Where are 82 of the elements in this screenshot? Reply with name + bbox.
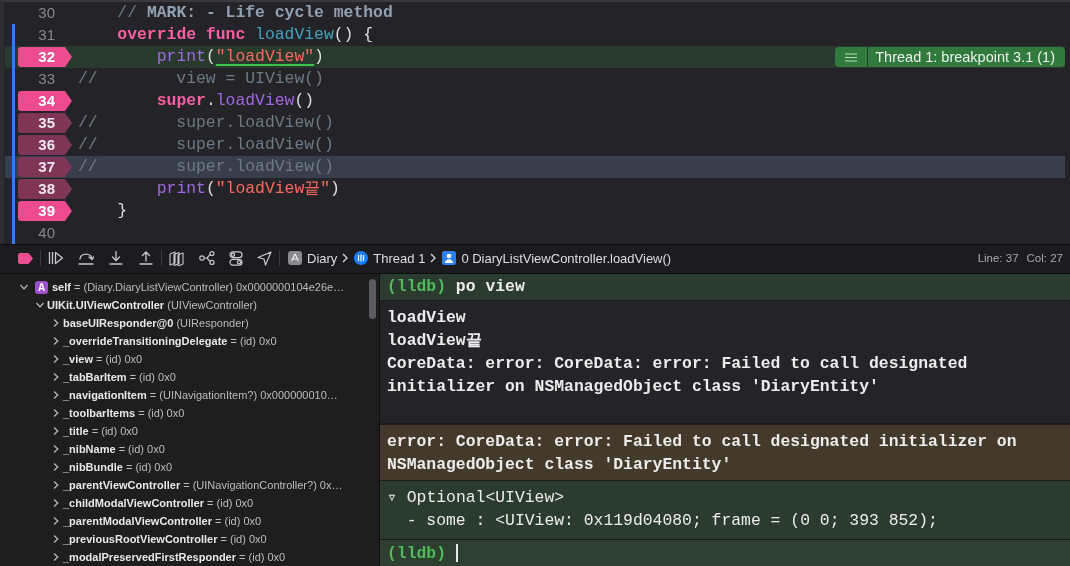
variable-entry[interactable]: _view = (id) 0x0 [63,353,143,365]
variable-entry[interactable]: UIKit.UIViewController (UIViewController) [47,299,257,311]
code-line: } [117,201,128,220]
code-line: // view = UIView() [78,69,324,88]
code-line: // MARK: - Life cycle method [117,3,393,22]
variable-entry[interactable]: _overrideTransitioningDelegate = (id) 0x0 [63,335,277,347]
line-number: 33 [38,70,55,87]
variable-entry[interactable]: _parentModalViewController = (id) 0x0 [63,515,262,527]
thread-icon [354,251,369,265]
breadcrumb-item[interactable]: Diary [307,250,338,266]
menu-icon [845,52,858,62]
code-line: // super.loadView() [78,157,334,176]
chevron-right-icon[interactable] [52,463,60,471]
column-position: Col: 27 [1026,252,1063,264]
variable-entry[interactable]: _childModalViewController = (id) 0x0 [63,497,254,509]
chevron-right-icon[interactable] [52,481,60,489]
console-command: (lldb) po view [387,277,525,296]
chevron-down-icon[interactable] [20,283,28,291]
variable-entry[interactable]: _modalPreservedFirstResponder = (id) 0x0 [63,551,286,563]
tag-icon[interactable] [18,252,33,264]
console-input[interactable]: (lldb) [380,540,1070,566]
code-line: print("loadView") [156,47,324,66]
variable-entry[interactable]: baseUIResponder@0 (UIResponder) [63,317,249,329]
play-pause-icon[interactable] [48,251,64,265]
chevron-right-icon [342,253,349,263]
location-arrow-icon[interactable] [257,250,272,266]
line-number: 31 [38,26,55,43]
chevron-right-icon[interactable] [52,409,60,417]
result-line: - some : <UIView: 0x119d04080; frame = (0 0; 393 852); [406,511,938,530]
variable-entry[interactable]: _navigationItem = (UINavigationItem?) 0x000000010… [63,389,338,401]
toggle-switches-icon[interactable] [229,250,243,266]
variable-entry[interactable]: _nibName = (id) 0x0 [63,443,165,455]
output-line: loadView끝 [387,331,482,350]
variable-entry[interactable]: _nibBundle = (id) 0x0 [63,461,173,473]
variable-entry[interactable]: _parentViewController = (UINavigationController?) 0x… [63,479,343,491]
chevron-right-icon[interactable] [52,319,60,327]
text-cursor-icon [456,544,459,562]
code-line: print("loadView끝") [156,179,340,198]
error-message: error: CoreData: error: Failed to call designated initializer on NSManagedObject class 'DiaryEntity' [387,432,1018,474]
person-icon [442,251,457,265]
arc-arrow-icon[interactable] [78,251,94,265]
code-line: override func loadView() { [117,25,374,44]
chevron-right-icon[interactable] [52,373,60,381]
chevron-right-icon[interactable] [52,391,60,399]
chevron-right-icon[interactable] [52,535,60,543]
chevron-right-icon [430,253,437,263]
variable-entry[interactable]: _title = (id) 0x0 [63,425,138,437]
variable-entry[interactable]: _tabBarItem = (id) 0x0 [63,371,176,383]
variable-entry[interactable]: _previousRootViewController = (id) 0x0 [63,533,267,545]
chevron-down-icon[interactable] [36,301,44,309]
code-line: // super.loadView() [78,135,334,154]
output-line: loadView [387,308,466,327]
chevron-right-icon[interactable] [52,427,60,435]
chevron-right-icon[interactable] [52,499,60,507]
line-number: 30 [38,4,55,21]
code-line: // super.loadView() [78,113,334,132]
breakpoint-marker[interactable]: 34 [18,91,72,111]
annotation-menu-button[interactable] [835,47,868,67]
breakpoint-marker[interactable]: 39 [18,201,72,221]
breadcrumb-item[interactable]: Thread 1 [373,250,426,266]
output-line: CoreData: error: CoreData: error: Failed to call designated initializer on NSManagedObject class 'DiaryEntity' [387,354,969,396]
chevron-right-icon[interactable] [52,355,60,363]
scrollbar[interactable] [369,279,376,319]
code-line: super.loadView() [156,91,315,110]
result-line: ▿ Optional<UIView> [387,488,565,507]
type-badge: A [35,280,48,294]
breakpoint-marker[interactable]: 32 [18,47,72,67]
stacked-layers-icon[interactable] [169,250,185,266]
chevron-right-icon[interactable] [52,337,60,345]
line-number: 40 [38,224,55,241]
chevron-right-icon[interactable] [52,553,60,561]
variable-entry[interactable]: self = (Diary.DiaryListViewController) 0x0000000104e26e… [52,281,345,293]
breadcrumb-item[interactable]: 0 DiaryListViewController.loadView() [461,250,672,266]
line-position: Line: 37 [977,252,1019,264]
breakpoint-annotation: Thread 1: breakpoint 3.1 (1) [868,47,1065,67]
app-icon [288,251,302,265]
variable-entry[interactable]: _toolbarItems = (id) 0x0 [63,407,185,419]
down-arrow-icon[interactable] [108,251,124,265]
up-arrow-icon[interactable] [138,251,154,265]
chevron-right-icon[interactable] [52,445,60,453]
chevron-right-icon[interactable] [52,517,60,525]
node-graph-icon[interactable] [199,251,215,265]
